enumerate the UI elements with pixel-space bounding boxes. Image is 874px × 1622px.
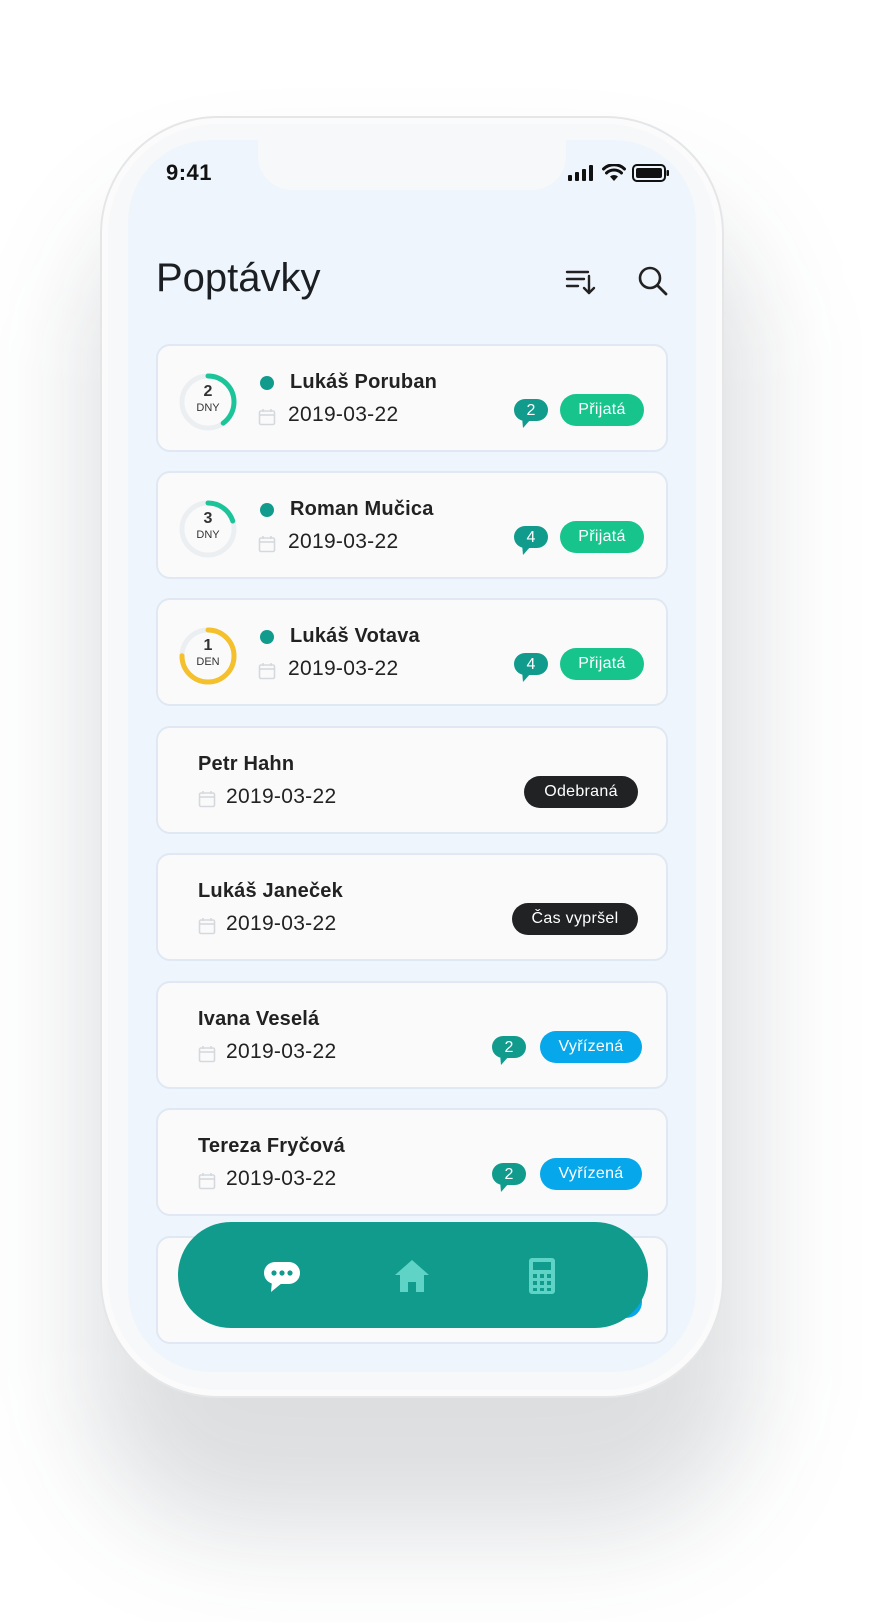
online-indicator xyxy=(260,503,274,517)
calendar-icon xyxy=(258,409,276,426)
request-date: 2019-03-22 xyxy=(288,657,399,680)
countdown-value: 3 xyxy=(203,510,213,527)
status-badge: Odebraná xyxy=(524,776,638,808)
calendar-icon xyxy=(198,1046,216,1063)
calendar-icon xyxy=(198,1173,216,1190)
app-screen: 9:41 Poptávky 2 DNY Lukáš Poruban 2019-0… xyxy=(128,140,696,1372)
calendar-icon xyxy=(258,536,276,553)
request-card[interactable]: 1 DEN Lukáš Votava 2019-03-22 4 Přijatá xyxy=(156,598,668,706)
request-card[interactable]: Lukáš Janeček 2019-03-22 Čas vypršel xyxy=(156,853,668,961)
customer-name: Tereza Fryčová xyxy=(198,1135,345,1157)
countdown-value: 2 xyxy=(203,383,213,400)
countdown-unit: DEN xyxy=(196,656,220,668)
status-icons xyxy=(568,164,670,182)
status-badge: Přijatá xyxy=(560,648,644,680)
customer-name: Lukáš Poruban xyxy=(290,371,438,393)
status-badge: Čas vypršel xyxy=(512,903,638,935)
request-date: 2019-03-22 xyxy=(288,403,399,426)
message-count: 2 xyxy=(504,1166,514,1183)
page-title: Poptávky xyxy=(156,256,321,300)
battery-icon xyxy=(632,164,669,182)
message-count: 4 xyxy=(526,529,536,546)
chat-icon[interactable] xyxy=(262,1256,302,1296)
request-date: 2019-03-22 xyxy=(226,785,337,808)
status-badge: Vyřízená xyxy=(540,1158,642,1190)
countdown-unit: DNY xyxy=(196,529,220,541)
calculator-icon[interactable] xyxy=(522,1256,562,1296)
status-badge: Přijatá xyxy=(560,521,644,553)
request-card[interactable]: 3 DNY Roman Mučica 2019-03-22 4 Přijatá xyxy=(156,471,668,579)
customer-name: Roman Mučica xyxy=(290,498,434,520)
notch xyxy=(258,140,566,190)
request-card[interactable]: 2 DNY Lukáš Poruban 2019-03-22 2 Přijatá xyxy=(156,344,668,452)
status-badge: Vyřízená xyxy=(540,1031,642,1063)
customer-name: Petr Hahn xyxy=(198,753,295,775)
status-time: 9:41 xyxy=(166,160,213,185)
customer-name: Lukáš Janeček xyxy=(198,880,343,902)
search-icon[interactable] xyxy=(636,264,670,298)
customer-name: Lukáš Votava xyxy=(290,625,420,647)
message-count: 2 xyxy=(504,1039,514,1056)
message-count: 4 xyxy=(526,656,536,673)
countdown-value: 1 xyxy=(203,637,213,654)
request-card[interactable]: Tereza Fryčová 2019-03-22 2 Vyřízená xyxy=(156,1108,668,1216)
online-indicator xyxy=(260,630,274,644)
wifi-icon xyxy=(602,164,626,181)
sort-icon[interactable] xyxy=(564,264,598,298)
request-date: 2019-03-22 xyxy=(226,1040,337,1063)
bottom-nav xyxy=(178,1222,648,1328)
signal-icon xyxy=(568,165,593,181)
request-card[interactable]: Ivana Veselá 2019-03-22 2 Vyřízená xyxy=(156,981,668,1089)
request-date: 2019-03-22 xyxy=(226,912,337,935)
request-date: 2019-03-22 xyxy=(226,1167,337,1190)
request-date: 2019-03-22 xyxy=(288,530,399,553)
status-badge: Přijatá xyxy=(560,394,644,426)
customer-name: Ivana Veselá xyxy=(198,1008,320,1030)
message-count: 2 xyxy=(526,402,536,419)
home-icon[interactable] xyxy=(392,1256,432,1296)
calendar-icon xyxy=(198,918,216,935)
calendar-icon xyxy=(258,663,276,680)
request-card[interactable]: Petr Hahn 2019-03-22 Odebraná xyxy=(156,726,668,834)
calendar-icon xyxy=(198,791,216,808)
countdown-unit: DNY xyxy=(196,402,220,414)
online-indicator xyxy=(260,376,274,390)
